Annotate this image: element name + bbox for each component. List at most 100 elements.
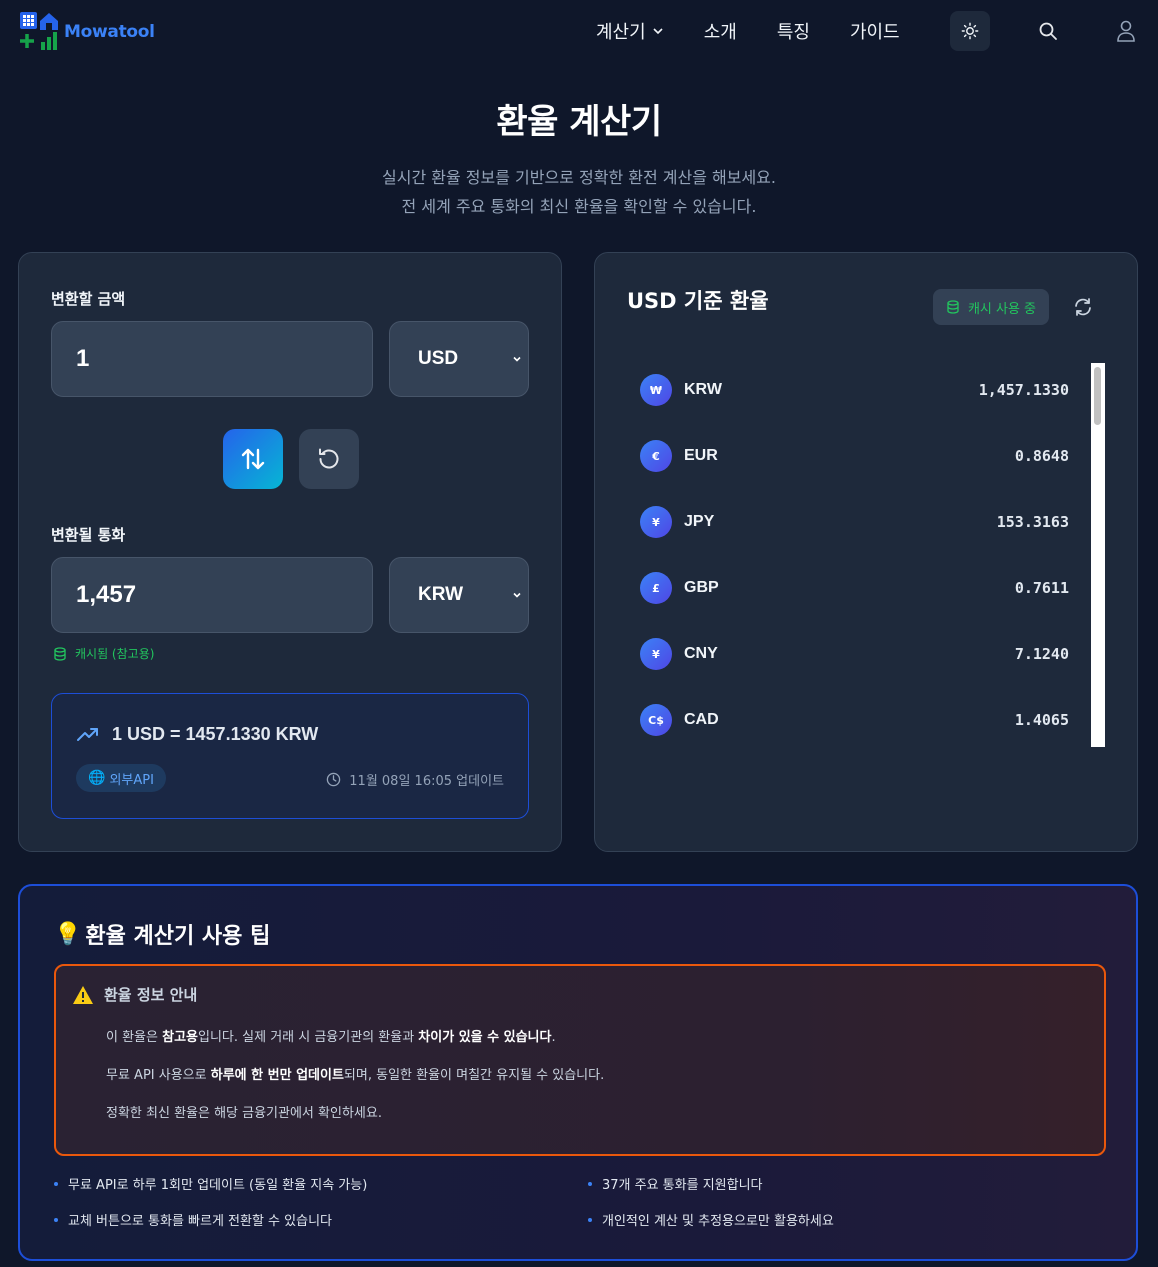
swap-vertical-icon: [241, 448, 265, 470]
chevron-down-icon: [653, 28, 663, 35]
tip-item: 개인적인 계산 및 추정용으로만 활용하세요: [588, 1210, 834, 1229]
rate-row-gbp[interactable]: £ GBP 0.7611: [625, 555, 1075, 621]
logo-icon: [20, 12, 58, 50]
rate-list: ₩ KRW 1,457.1330 € EUR 0.8648 ¥ JPY 153.…: [625, 357, 1075, 753]
refresh-button[interactable]: [1071, 295, 1095, 319]
tips-title-text: 환율 계산기 사용 팁: [85, 924, 271, 949]
currency-code: KRW: [684, 381, 722, 398]
main-nav: 계산기 소개 특징 가이드: [596, 18, 900, 44]
currency-symbol-icon: £: [640, 572, 672, 604]
rates-title: USD 기준 환율: [627, 289, 769, 313]
reset-button[interactable]: [299, 429, 359, 489]
tips-title: 💡 환율 계산기 사용 팁: [54, 918, 270, 950]
nav-about[interactable]: 소개: [704, 18, 737, 44]
notice-paragraph-2: 무료 API 사용으로 하루에 한 번만 업데이트되며, 동일한 환율이 며칠간…: [106, 1068, 605, 1083]
refresh-icon: [1075, 298, 1091, 316]
database-icon: [947, 300, 959, 314]
api-badge-text: 외부API: [109, 772, 154, 788]
tip-text: 37개 주요 통화를 지원합니다: [602, 1178, 763, 1193]
from-currency-value: USD: [418, 348, 459, 369]
search-icon: [1039, 22, 1057, 40]
currency-rate: 7.1240: [1014, 645, 1069, 663]
tips-card: 💡 환율 계산기 사용 팁 환율 정보 안내 이 환율은 참고용입니다. 실제 …: [18, 884, 1138, 1261]
tip-item: 무료 API로 하루 1회만 업데이트 (동일 환율 지속 가능): [54, 1174, 367, 1193]
rates-card: USD 기준 환율 캐시 사용 중 ₩ KRW 1,457.1330 € EUR…: [594, 252, 1138, 852]
from-currency-select[interactable]: USD: [389, 321, 529, 397]
rate-row-eur[interactable]: € EUR 0.8648: [625, 423, 1075, 489]
subtitle-line-2: 전 세계 주요 통화의 최신 환율을 확인할 수 있습니다.: [401, 197, 757, 216]
to-currency-label: 변환될 통화: [51, 526, 126, 544]
clock-icon: [327, 772, 341, 787]
rate-summary-box: 1 USD = 1457.1330 KRW 🌐 외부API 11월 08일 16…: [51, 693, 529, 819]
notice-paragraph-1: 이 환율은 참고용입니다. 실제 거래 시 금융기관의 환율과 차이가 있을 수…: [106, 1030, 556, 1045]
search-button[interactable]: [1036, 19, 1060, 43]
page-title: 환율 계산기: [496, 102, 662, 142]
cache-status-badge: 캐시 사용 중: [933, 289, 1049, 325]
rate-list-scrollbar[interactable]: [1091, 363, 1105, 747]
bullet-dot: [588, 1217, 592, 1222]
cache-note: 캐시됨 (참고용): [53, 645, 154, 662]
bullet-dot: [54, 1217, 58, 1222]
rate-line: 1 USD = 1457.1330 KRW: [76, 722, 318, 746]
rate-row-krw[interactable]: ₩ KRW 1,457.1330: [625, 357, 1075, 423]
nav-guide[interactable]: 가이드: [850, 18, 900, 44]
to-currency-select[interactable]: KRW: [389, 557, 529, 633]
currency-code: EUR: [684, 447, 718, 464]
theme-toggle-button[interactable]: [950, 11, 990, 51]
tip-item: 교체 버튼으로 통화를 빠르게 전환할 수 있습니다: [54, 1210, 332, 1229]
to-amount-output[interactable]: 1,457: [51, 557, 373, 633]
currency-symbol-icon: €: [640, 440, 672, 472]
tip-text: 무료 API로 하루 1회만 업데이트 (동일 환율 지속 가능): [68, 1178, 368, 1193]
currency-rate: 1,457.1330: [978, 381, 1069, 399]
trending-up-icon: [77, 728, 98, 741]
bullet-dot: [588, 1181, 592, 1186]
currency-code: GBP: [684, 579, 719, 596]
currency-symbol-icon: ₩: [640, 374, 672, 406]
currency-rate: 0.8648: [1014, 447, 1069, 465]
rate-row-cny[interactable]: ¥ CNY 7.1240: [625, 621, 1075, 687]
nav-calculator-label: 계산기: [596, 22, 646, 43]
tip-text: 개인적인 계산 및 추정용으로만 활용하세요: [602, 1214, 834, 1229]
currency-code: CAD: [684, 711, 719, 728]
currency-rate: 0.7611: [1014, 579, 1069, 597]
update-time-text: 11월 08일 16:05 업데이트: [349, 774, 504, 789]
api-source-badge: 🌐 외부API: [76, 764, 166, 792]
user-button[interactable]: [1114, 19, 1138, 43]
notice-paragraph-3: 정확한 최신 환율은 해당 금융기관에서 확인하세요.: [106, 1106, 382, 1121]
rate-row-jpy[interactable]: ¥ JPY 153.3163: [625, 489, 1075, 555]
database-icon: [54, 646, 66, 661]
swap-currencies-button[interactable]: [223, 429, 283, 489]
rate-line-text: 1 USD = 1457.1330 KRW: [112, 723, 319, 744]
currency-rate: 1.4065: [1014, 711, 1069, 729]
bullet-dot: [54, 1181, 58, 1186]
globe-icon: 🌐: [88, 770, 106, 786]
chevron-down-icon: [513, 356, 521, 362]
currency-code: CNY: [684, 645, 718, 662]
subtitle-line-1: 실시간 환율 정보를 기반으로 정확한 환전 계산을 해보세요.: [382, 168, 776, 187]
user-icon: [1117, 20, 1135, 42]
from-amount-input[interactable]: 1: [51, 321, 373, 397]
cache-badge-text: 캐시 사용 중: [967, 301, 1037, 317]
from-amount-label: 변환할 금액: [51, 290, 126, 308]
sun-icon: [961, 22, 979, 40]
nav-calculator[interactable]: 계산기: [596, 18, 664, 44]
currency-symbol-icon: ¥: [640, 638, 672, 670]
tip-text: 교체 버튼으로 통화를 빠르게 전환할 수 있습니다: [68, 1214, 332, 1229]
nav-features[interactable]: 특징: [777, 18, 810, 44]
logo[interactable]: Mowatool: [18, 10, 155, 52]
scrollbar-thumb[interactable]: [1094, 367, 1101, 425]
chevron-down-icon: [513, 592, 521, 598]
currency-symbol-icon: C$: [640, 704, 672, 736]
notice-title: 환율 정보 안내: [104, 986, 198, 1004]
lightbulb-icon: 💡: [54, 921, 82, 947]
cache-note-text: 캐시됨 (참고용): [75, 647, 155, 661]
rate-row-cad[interactable]: C$ CAD 1.4065: [625, 687, 1075, 753]
currency-symbol-icon: ¥: [640, 506, 672, 538]
notice-header: 환율 정보 안내: [72, 984, 197, 1005]
converter-card: 변환할 금액 1 USD 변환될 통화 1,457 KRW 캐시됨 (참고용): [18, 252, 562, 852]
notice-box: 환율 정보 안내 이 환율은 참고용입니다. 실제 거래 시 금융기관의 환율과…: [54, 964, 1106, 1156]
tip-item: 37개 주요 통화를 지원합니다: [588, 1174, 763, 1193]
update-time: 11월 08일 16:05 업데이트: [326, 770, 504, 789]
logo-text: Mowatool: [64, 22, 155, 42]
top-header: Mowatool 계산기 소개 특징 가이드: [0, 0, 1158, 62]
